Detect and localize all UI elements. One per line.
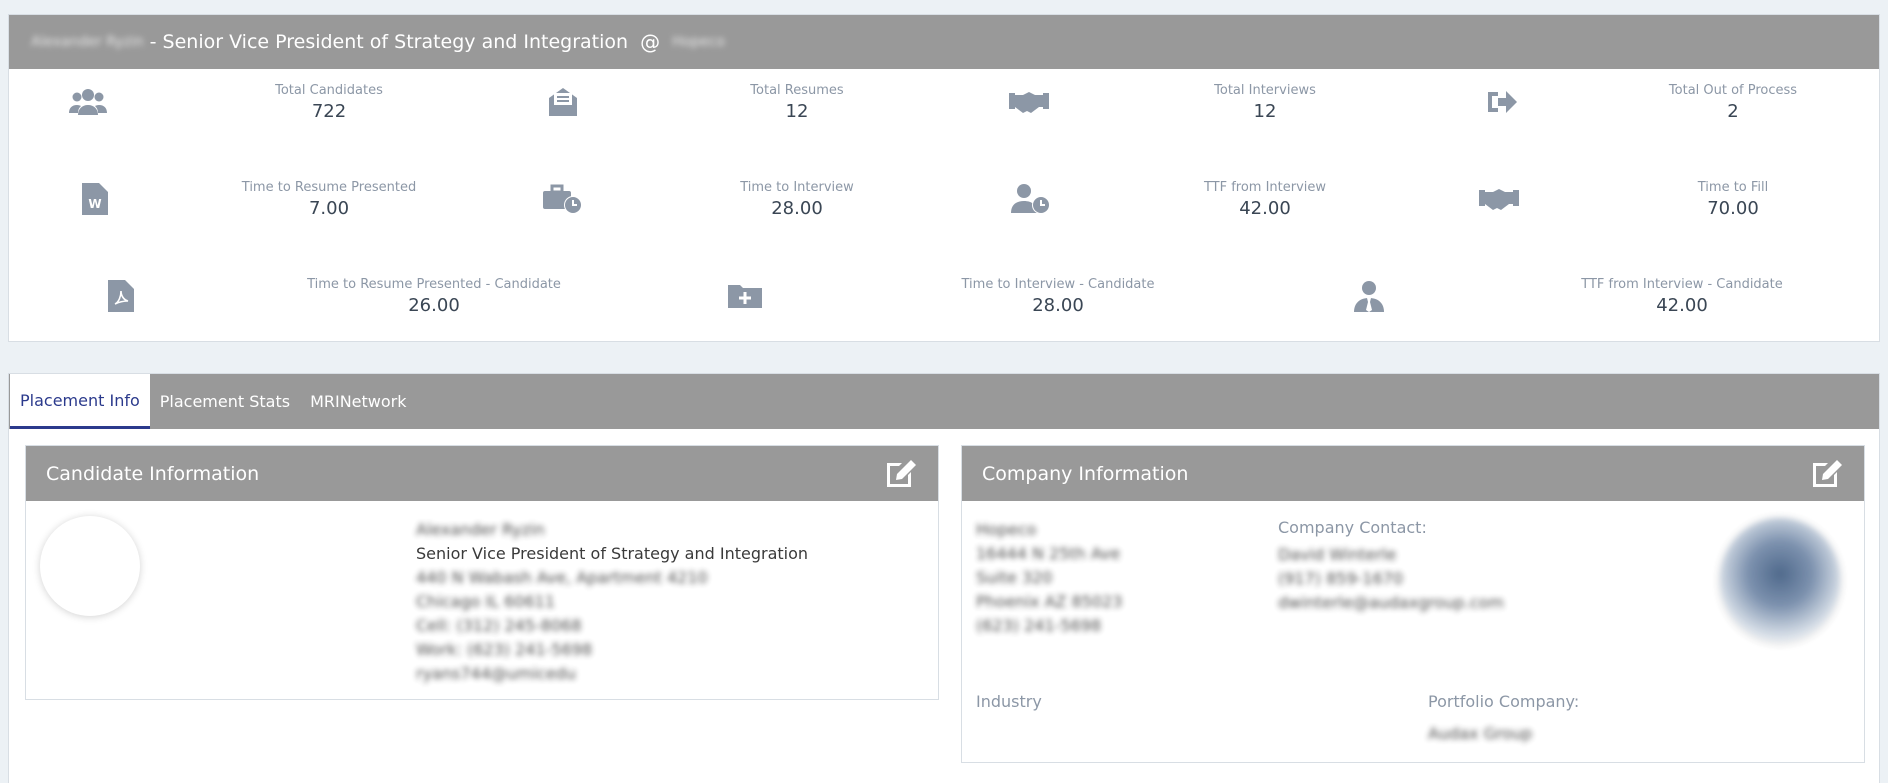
stat-value: 28.00	[1032, 295, 1084, 316]
candidate-avatar	[40, 516, 140, 616]
candidate-email[interactable]: ryans744@umicedu	[416, 662, 808, 686]
stat-value: 26.00	[408, 295, 460, 316]
contact-name: David Winterle	[1278, 545, 1397, 564]
company-phone: (623) 241-5698	[976, 616, 1102, 635]
candidate-address-line1: 440 N Wabash Ave, Apartment 4210	[416, 568, 708, 587]
briefcase-clock-icon	[541, 180, 585, 218]
candidate-cell-phone: Cell: (312) 245-8068	[416, 616, 582, 635]
stat-value: 7.00	[308, 198, 350, 219]
candidate-details: Alexander Ryzin Senior Vice President of…	[416, 518, 808, 686]
candidate-card-header: Candidate Information	[26, 446, 938, 501]
pdf-file-icon	[99, 277, 143, 315]
portfolio-company-value: Audax Group	[1428, 724, 1533, 743]
placement-tabs-panel: Placement Info Placement Stats MRINetwor…	[8, 373, 1880, 783]
stat-total-out-of-process: Total Out of Process 2	[1413, 69, 1881, 166]
stat-ttf-from-interview: TTF from Interview 42.00	[945, 166, 1413, 263]
handshake-icon	[1477, 180, 1521, 218]
folder-plus-icon	[723, 277, 767, 315]
job-summary-panel: Alexander Ryzin - Senior Vice President …	[8, 14, 1880, 342]
company-logo	[1720, 518, 1840, 642]
stat-label: Time to Resume Presented - Candidate	[307, 277, 561, 292]
user-tie-icon	[1347, 277, 1391, 315]
edit-icon	[1813, 460, 1842, 487]
card-title: Candidate Information	[46, 462, 260, 485]
industry-label: Industry	[976, 692, 1042, 711]
stats-row-1: Total Candidates 722 Total Resumes 12 To…	[9, 69, 1879, 166]
envelope-open-icon	[541, 83, 585, 121]
handshake-icon	[1007, 83, 1051, 121]
stat-label: Time to Interview - Candidate	[961, 277, 1155, 292]
candidate-information-card: Candidate Information Alexander Ryzin Se…	[25, 445, 939, 700]
stat-value: 42.00	[1239, 198, 1291, 219]
company-address-line1: 16444 N 25th Ave	[976, 544, 1121, 563]
candidate-work-phone: Work: (623) 241-5698	[416, 640, 593, 659]
job-title: - Senior Vice President of Strategy and …	[149, 31, 629, 53]
candidate-address-line2: Chicago IL 60611	[416, 592, 556, 611]
svg-text:W: W	[88, 197, 101, 211]
stat-label: Time to Fill	[1697, 180, 1769, 195]
company-name: Hopeco	[672, 34, 725, 50]
company-name: Hopeco	[976, 520, 1037, 539]
candidate-name: Alexander Ryzin	[31, 34, 144, 50]
stat-label: Total Interviews	[1214, 83, 1316, 98]
contact-phone: (917) 859-1670	[1278, 569, 1404, 588]
stat-label: Time to Resume Presented	[241, 180, 417, 195]
company-contact-label: Company Contact:	[1278, 518, 1427, 537]
stat-label: Total Candidates	[275, 83, 383, 98]
tab-placement-info[interactable]: Placement Info	[10, 374, 150, 429]
card-title: Company Information	[982, 462, 1189, 485]
stat-value: 70.00	[1707, 198, 1759, 219]
stat-time-to-fill: Time to Fill 70.00	[1413, 166, 1881, 263]
stat-total-interviews: Total Interviews 12	[945, 69, 1413, 166]
user-clock-icon	[1009, 180, 1053, 218]
stats-grid: Total Candidates 722 Total Resumes 12 To…	[9, 69, 1879, 360]
company-address-line2: Suite 320	[976, 568, 1053, 587]
stat-label: TTF from Interview	[1203, 180, 1327, 195]
company-address-line3: Phoenix AZ 85023	[976, 592, 1123, 611]
at-symbol: @	[640, 30, 661, 54]
edit-company-button[interactable]	[1810, 458, 1846, 490]
stats-row-2: W Time to Resume Presented 7.00 Time to …	[9, 166, 1879, 263]
stat-label: TTF from Interview - Candidate	[1581, 277, 1783, 292]
stat-ttf-from-interview-candidate: TTF from Interview - Candidate 42.00	[1257, 263, 1881, 360]
stat-value: 12	[785, 101, 809, 122]
tab-placement-stats[interactable]: Placement Stats	[150, 374, 300, 429]
stat-time-to-interview-candidate: Time to Interview - Candidate 28.00	[633, 263, 1257, 360]
stat-total-resumes: Total Resumes 12	[477, 69, 945, 166]
company-contact-block: Company Contact: David Winterle (917) 85…	[1278, 518, 1504, 615]
candidate-name: Alexander Ryzin	[416, 520, 545, 539]
users-icon	[66, 83, 110, 121]
word-file-icon: W	[73, 180, 117, 218]
tab-mrinetwork[interactable]: MRINetwork	[300, 374, 416, 429]
stat-value: 12	[1253, 101, 1277, 122]
stat-value: 42.00	[1656, 295, 1708, 316]
job-header-bar: Alexander Ryzin - Senior Vice President …	[9, 15, 1879, 69]
company-card-header: Company Information	[962, 446, 1864, 501]
sign-out-icon	[1480, 83, 1524, 121]
stat-label: Total Resumes	[750, 83, 844, 98]
portfolio-company-label: Portfolio Company:	[1428, 692, 1580, 711]
contact-email[interactable]: dwinterle@audaxgroup.com	[1278, 591, 1504, 615]
stat-value: 28.00	[771, 198, 823, 219]
company-address-block: Hopeco 16444 N 25th Ave Suite 320 Phoeni…	[976, 518, 1122, 638]
stat-value: 722	[311, 101, 347, 122]
stat-label: Total Out of Process	[1668, 83, 1798, 98]
stat-value: 2	[1727, 101, 1739, 122]
stat-time-to-interview: Time to Interview 28.00	[477, 166, 945, 263]
stat-time-to-resume-candidate: Time to Resume Presented - Candidate 26.…	[9, 263, 633, 360]
stat-total-candidates: Total Candidates 722	[9, 69, 477, 166]
edit-icon	[887, 460, 916, 487]
stat-time-to-resume: W Time to Resume Presented 7.00	[9, 166, 477, 263]
stat-label: Time to Interview	[740, 180, 854, 195]
edit-candidate-button[interactable]	[884, 458, 920, 490]
company-information-card: Company Information Hopeco 16444 N 25th …	[961, 445, 1865, 763]
stats-row-3: Time to Resume Presented - Candidate 26.…	[9, 263, 1879, 360]
candidate-job-title: Senior Vice President of Strategy and In…	[416, 544, 809, 563]
tab-bar: Placement Info Placement Stats MRINetwor…	[9, 374, 1879, 429]
